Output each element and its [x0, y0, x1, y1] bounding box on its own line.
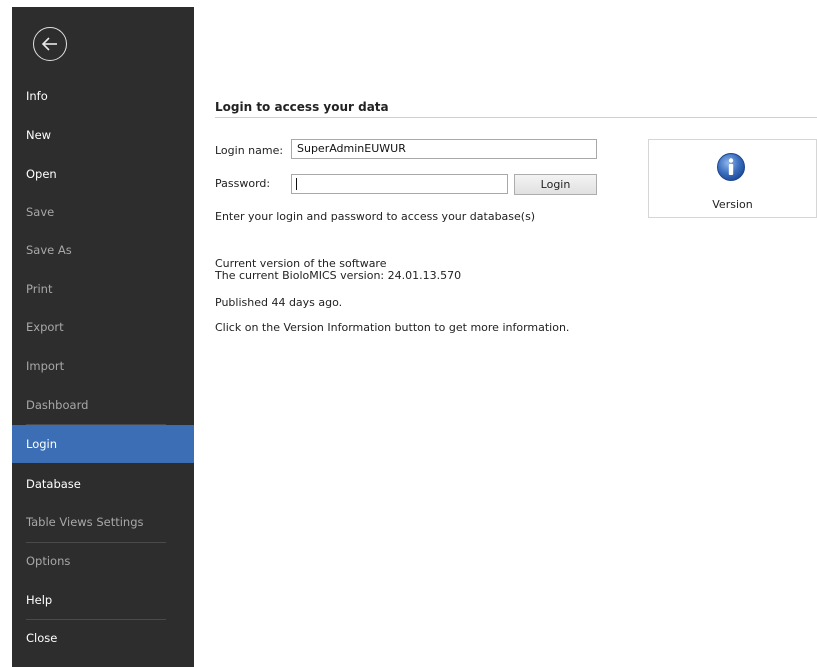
sidebar-item-help[interactable]: Help	[12, 581, 194, 619]
current-version-text: The current BioloMICS version: 24.01.13.…	[215, 269, 462, 282]
sidebar-item-export[interactable]: Export	[12, 308, 194, 346]
sidebar-item-print[interactable]: Print	[12, 270, 194, 308]
published-text: Published 44 days ago.	[215, 296, 343, 309]
text-caret	[296, 178, 297, 190]
section-title: Login to access your data	[215, 100, 389, 114]
sidebar-item-save[interactable]: Save	[12, 193, 194, 231]
backstage-sidebar: Info New Open Save Save As Print Export …	[12, 7, 194, 667]
version-click-hint: Click on the Version Information button …	[215, 321, 570, 334]
login-button[interactable]: Login	[514, 174, 597, 195]
sidebar-item-login[interactable]: Login	[12, 425, 194, 463]
sidebar-item-new[interactable]: New	[12, 116, 194, 154]
login-panel: Login to access your data Login name: Su…	[194, 7, 817, 667]
version-label: Version	[712, 198, 753, 211]
password-label: Password:	[215, 177, 271, 190]
login-hint: Enter your login and password to access …	[215, 210, 536, 223]
login-name-field[interactable]: SuperAdminEUWUR	[291, 139, 597, 159]
sidebar-item-info[interactable]: Info	[12, 77, 194, 115]
sidebar-item-save-as[interactable]: Save As	[12, 231, 194, 269]
arrow-left-icon	[41, 37, 57, 51]
login-name-label: Login name:	[215, 144, 284, 157]
sidebar-item-import[interactable]: Import	[12, 347, 194, 385]
info-icon	[717, 153, 745, 181]
sidebar-item-table-views-settings[interactable]: Table Views Settings	[12, 503, 194, 541]
sidebar-item-close[interactable]: Close	[12, 619, 194, 657]
back-button[interactable]	[33, 27, 67, 61]
sidebar-item-dashboard[interactable]: Dashboard	[12, 386, 194, 424]
sidebar-item-options[interactable]: Options	[12, 542, 194, 580]
version-button[interactable]: Version	[648, 139, 817, 218]
password-field[interactable]	[291, 174, 508, 194]
section-divider	[215, 117, 817, 118]
sidebar-item-open[interactable]: Open	[12, 155, 194, 193]
sidebar-item-database[interactable]: Database	[12, 465, 194, 503]
